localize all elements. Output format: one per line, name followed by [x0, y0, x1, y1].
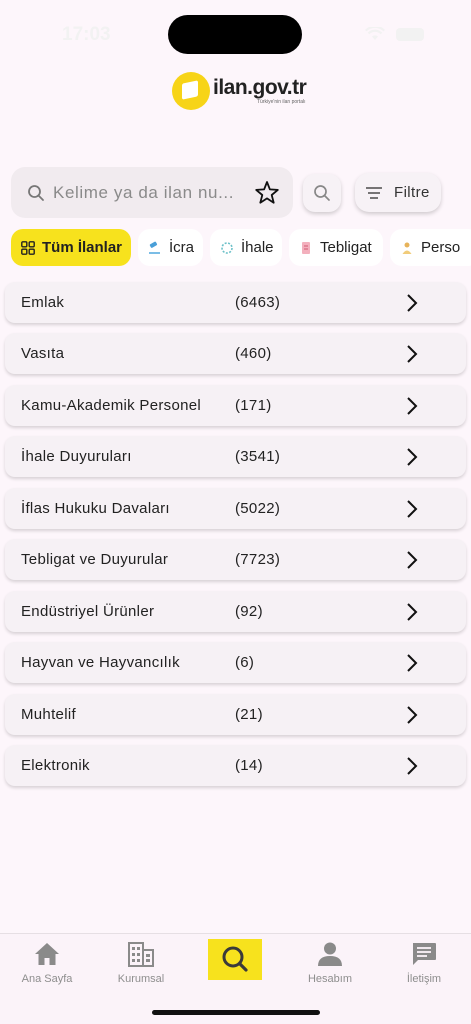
category-label: Tebligat ve Duyurular [21, 551, 169, 568]
category-label: Endüstriyel Ürünler [21, 603, 155, 620]
category-count: (171) [235, 397, 272, 414]
chip-personel[interactable]: Perso [390, 229, 471, 266]
chip-label: İcra [169, 239, 195, 256]
list-item-emlak[interactable]: Emlak (6463) [5, 282, 466, 323]
category-count: (7723) [235, 551, 281, 568]
list-item-endustriyel-urunler[interactable]: Endüstriyel Ürünler (92) [5, 591, 466, 632]
building-icon [128, 942, 154, 967]
status-time: 17:03 [62, 24, 111, 45]
logo-name: ilan.gov.tr [213, 76, 307, 99]
chip-all-listings[interactable]: Tüm İlanlar [11, 229, 131, 266]
chip-ihale[interactable]: İhale [210, 229, 282, 266]
list-item-iflas-hukuku-davalari[interactable]: İflas Hukuku Davaları (5022) [5, 488, 466, 529]
list-item-elektronik[interactable]: Elektronik (14) [5, 745, 466, 786]
nav-label: İletişim [406, 973, 442, 985]
chevron-right-icon [407, 603, 418, 621]
logo-tagline: Türkiye'nin ilan portalı [257, 99, 306, 105]
nav-search-button[interactable] [208, 939, 262, 980]
chevron-right-icon [407, 397, 418, 415]
chip-label: Tüm İlanlar [42, 239, 123, 256]
dynamic-island [168, 15, 302, 54]
chip-icra[interactable]: İcra [138, 229, 203, 266]
chevron-right-icon [407, 500, 418, 518]
home-icon [35, 943, 59, 965]
battery-icon [396, 28, 424, 41]
wifi-icon [365, 27, 385, 40]
category-count: (5022) [235, 500, 281, 517]
home-indicator [152, 1010, 320, 1015]
category-label: Emlak [21, 294, 65, 311]
chevron-right-icon [407, 551, 418, 569]
chip-label: İhale [241, 239, 274, 256]
chevron-right-icon [407, 345, 418, 363]
favorite-star-icon[interactable] [253, 179, 281, 207]
filter-button[interactable]: Filtre [355, 173, 441, 212]
app-logo: ilan.gov.tr Türkiye'nin ilan portalı [172, 70, 307, 112]
search-icon [28, 185, 44, 201]
chevron-right-icon [407, 706, 418, 724]
category-count: (3541) [235, 448, 281, 465]
list-item-ihale-duyurulari[interactable]: İhale Duyuruları (3541) [5, 436, 466, 477]
auction-icon [221, 241, 233, 254]
list-item-muhtelif[interactable]: Muhtelif (21) [5, 694, 466, 735]
chat-icon [413, 943, 436, 965]
gavel-icon [149, 241, 160, 254]
category-label: İflas Hukuku Davaları [21, 500, 170, 517]
chevron-right-icon [407, 757, 418, 775]
category-count: (21) [235, 706, 263, 723]
category-count: (460) [235, 345, 272, 362]
category-count: (6463) [235, 294, 281, 311]
document-icon [302, 241, 310, 254]
category-count: (6) [235, 654, 255, 671]
nav-label: Ana Sayfa [21, 973, 73, 985]
category-count: (14) [235, 757, 263, 774]
list-item-hayvan-ve-hayvancilik[interactable]: Hayvan ve Hayvancılık (6) [5, 642, 466, 683]
category-label: Hayvan ve Hayvancılık [21, 654, 180, 671]
filter-label: Filtre [394, 184, 430, 201]
nav-iletisim[interactable]: İletişim [377, 934, 471, 994]
status-bar: 17:03 [0, 0, 471, 70]
list-item-kamu-akademik-personel[interactable]: Kamu-Akademik Personel (171) [5, 385, 466, 426]
category-count: (92) [235, 603, 263, 620]
chip-label: Tebligat [320, 239, 372, 256]
category-label: Vasıta [21, 345, 65, 362]
nav-hesabim[interactable]: Hesabım [283, 934, 377, 994]
search-button[interactable] [303, 174, 341, 212]
chip-tebligat[interactable]: Tebligat [289, 229, 383, 266]
category-chips: Tüm İlanlar İcra İhale Tebligat Perso [11, 229, 471, 267]
list-item-tebligat-ve-duyurular[interactable]: Tebligat ve Duyurular (7723) [5, 539, 466, 580]
filter-lines-icon [366, 186, 382, 199]
category-label: Muhtelif [21, 706, 76, 723]
chip-label: Perso [421, 239, 461, 256]
search-icon [314, 185, 330, 201]
logo-mark-icon [172, 72, 210, 110]
search-box[interactable] [11, 167, 293, 218]
chevron-right-icon [407, 448, 418, 466]
category-label: İhale Duyuruları [21, 448, 132, 465]
chevron-right-icon [407, 654, 418, 672]
nav-ana-sayfa[interactable]: Ana Sayfa [0, 934, 94, 994]
nav-label: Kurumsal [117, 973, 165, 985]
search-input[interactable] [53, 175, 249, 210]
category-label: Elektronik [21, 757, 90, 774]
search-icon [222, 946, 248, 972]
grid-icon [21, 240, 35, 255]
account-icon [318, 942, 342, 966]
category-label: Kamu-Akademik Personel [21, 397, 202, 414]
list-item-vasita[interactable]: Vasıta (460) [5, 333, 466, 374]
chevron-right-icon [407, 294, 418, 312]
nav-kurumsal[interactable]: Kurumsal [94, 934, 188, 994]
person-icon [402, 242, 412, 254]
nav-label: Hesabım [307, 973, 353, 985]
